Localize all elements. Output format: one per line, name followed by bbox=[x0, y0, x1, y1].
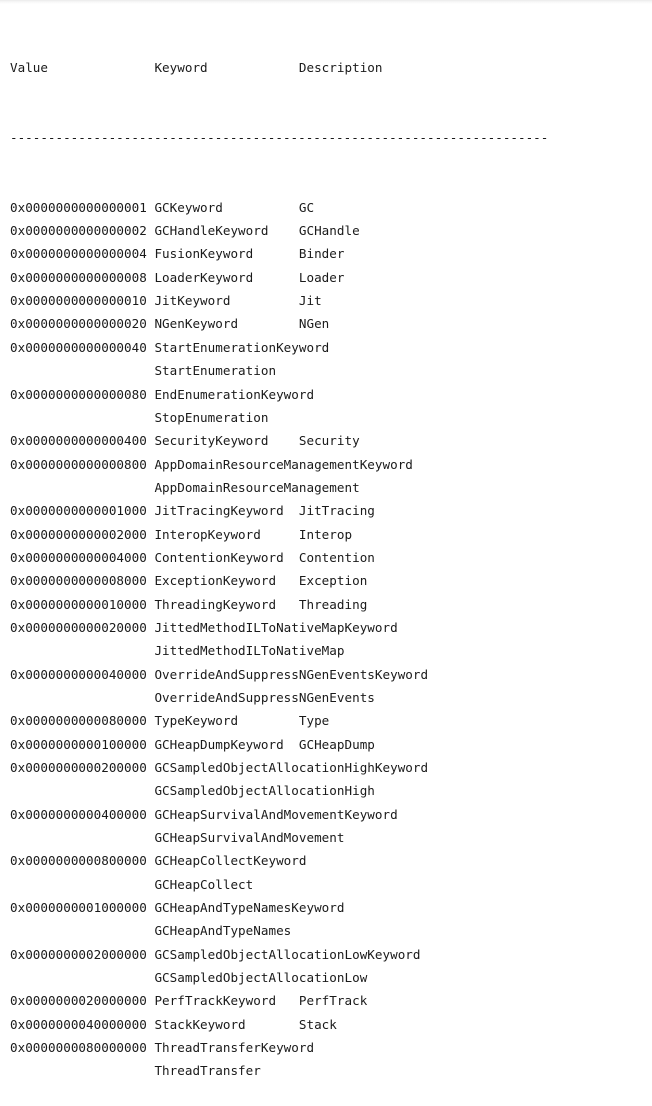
table-row: 0x0000000000004000 ContentionKeyword Con… bbox=[10, 549, 375, 565]
table-row: 0x0000000000000004 FusionKeyword Binder bbox=[10, 246, 345, 262]
table-body: 0x0000000000000001 GCKeyword GC 0x0000000… bbox=[10, 196, 650, 1083]
table-row: 0x0000000000800000 GCHeapCollectKeyword bbox=[10, 853, 307, 869]
table-row-continuation: StopEnumeration bbox=[10, 409, 269, 425]
table-row-continuation: StartEnumeration bbox=[10, 363, 277, 379]
table-row: 0x0000000020000000 PerfTrackKeyword Perf… bbox=[10, 993, 368, 1009]
table-row: 0x0000000000400000 GCHeapSurvivalAndMove… bbox=[10, 806, 398, 822]
table-row-continuation: GCHeapAndTypeNames bbox=[10, 923, 292, 939]
keyword-table: Value Keyword Description --------------… bbox=[10, 9, 650, 1106]
table-row: 0x0000000000001000 JitTracingKeyword Jit… bbox=[10, 503, 375, 519]
table-header-separator: ----------------------------------------… bbox=[10, 129, 549, 145]
table-row: 0x0000000000000001 GCKeyword GC bbox=[10, 199, 315, 215]
table-row-continuation: OverrideAndSuppressNGenEvents bbox=[10, 689, 375, 705]
table-row-continuation: AppDomainResourceManagement bbox=[10, 479, 360, 495]
table-row: 0x0000000000000800 AppDomainResourceMana… bbox=[10, 456, 413, 472]
table-row-continuation: JittedMethodILToNativeMap bbox=[10, 643, 345, 659]
table-row-continuation: GCSampledObjectAllocationLow bbox=[10, 970, 368, 986]
table-row: 0x0000000000020000 JittedMethodILToNativ… bbox=[10, 619, 398, 635]
table-row: 0x0000000040000000 StackKeyword Stack bbox=[10, 1016, 337, 1032]
table-row-continuation: GCHeapCollect bbox=[10, 876, 254, 892]
table-row-continuation: GCSampledObjectAllocationHigh bbox=[10, 783, 375, 799]
table-row: 0x0000000002000000 GCSampledObjectAlloca… bbox=[10, 946, 421, 962]
table-row: 0x0000000000000020 NGenKeyword NGen bbox=[10, 316, 330, 332]
page-top-edge bbox=[0, 0, 652, 4]
table-row: 0x0000000000000400 SecurityKeyword Secur… bbox=[10, 433, 360, 449]
table-row: 0x0000000000000008 LoaderKeyword Loader bbox=[10, 269, 345, 285]
table-row-continuation: ThreadTransfer bbox=[10, 1063, 261, 1079]
table-row: 0x0000000000008000 ExceptionKeyword Exce… bbox=[10, 573, 368, 589]
table-row: 0x0000000001000000 GCHeapAndTypeNamesKey… bbox=[10, 900, 345, 916]
table-row: 0x0000000000000010 JitKeyword Jit bbox=[10, 293, 322, 309]
table-row: 0x0000000000000080 EndEnumerationKeyword bbox=[10, 386, 315, 402]
table-row: 0x0000000000100000 GCHeapDumpKeyword GCH… bbox=[10, 736, 375, 752]
table-row: 0x0000000000002000 InteropKeyword Intero… bbox=[10, 526, 353, 542]
table-row: 0x0000000000200000 GCSampledObjectAlloca… bbox=[10, 760, 429, 775]
table-header-row: Value Keyword Description bbox=[10, 59, 383, 75]
table-row: 0x0000000000000040 StartEnumerationKeywo… bbox=[10, 339, 330, 355]
table-row: 0x0000000000040000 OverrideAndSuppressNG… bbox=[10, 666, 429, 682]
table-row: 0x0000000080000000 ThreadTransferKeyword bbox=[10, 1040, 315, 1056]
table-row: 0x0000000000080000 TypeKeyword Type bbox=[10, 713, 330, 729]
table-row: 0x0000000000000002 GCHandleKeyword GCHan… bbox=[10, 223, 360, 239]
table-row: 0x0000000000010000 ThreadingKeyword Thre… bbox=[10, 596, 368, 612]
